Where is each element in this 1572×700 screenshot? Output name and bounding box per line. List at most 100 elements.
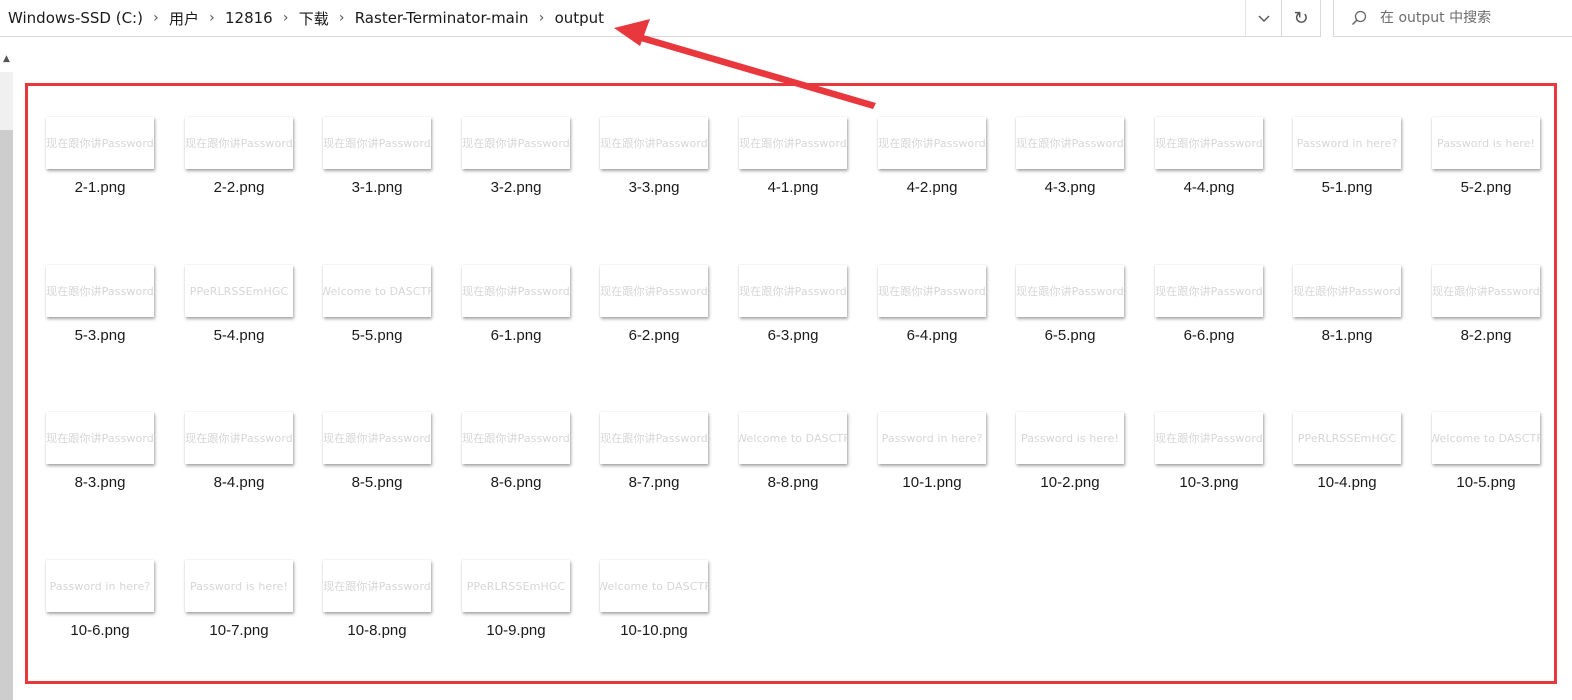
- breadcrumb: Windows-SSD (C:) › 用户 › 12816 › 下载 › Ras…: [0, 0, 604, 37]
- file-thumbnail: Welcome to DASCTF: [600, 560, 708, 612]
- file-name-label: 10-8.png: [347, 622, 407, 639]
- file-item[interactable]: Password is here! 10-2.png: [1016, 412, 1146, 512]
- breadcrumb-item-output[interactable]: output: [555, 9, 604, 27]
- thumbnail-text: Password in here?: [49, 579, 151, 593]
- search-input[interactable]: [1374, 10, 1560, 26]
- address-bar[interactable]: Windows-SSD (C:) › 用户 › 12816 › 下载 › Ras…: [0, 0, 1281, 37]
- file-item[interactable]: 现在跟你讲Password 10-3.png: [1155, 412, 1285, 512]
- file-thumbnail: 现在跟你讲Password: [323, 117, 431, 169]
- breadcrumb-item-drive[interactable]: Windows-SSD (C:): [8, 9, 143, 27]
- file-item[interactable]: 现在跟你讲Password 4-1.png: [739, 117, 869, 217]
- file-item[interactable]: 现在跟你讲Password 6-1.png: [462, 265, 592, 365]
- breadcrumb-chevron-icon[interactable]: ›: [199, 10, 225, 26]
- file-item[interactable]: 现在跟你讲Password 5-3.png: [46, 265, 176, 365]
- file-item[interactable]: 现在跟你讲Password 3-1.png: [323, 117, 453, 217]
- file-item[interactable]: 现在跟你讲Password 6-2.png: [600, 265, 730, 365]
- breadcrumb-item-users[interactable]: 用户: [169, 8, 199, 29]
- scrollbar-thumb[interactable]: [0, 130, 13, 700]
- file-item[interactable]: 现在跟你讲Password 8-1.png: [1293, 265, 1423, 365]
- thumbnail-text: 现在跟你讲Password: [1155, 137, 1263, 150]
- breadcrumb-item-downloads[interactable]: 下载: [299, 8, 329, 29]
- file-thumbnail: 现在跟你讲Password: [600, 117, 708, 169]
- file-item[interactable]: Password in here? 5-1.png: [1293, 117, 1423, 217]
- file-name-label: 10-10.png: [620, 622, 688, 639]
- file-item[interactable]: PPeRLRSSEmHGC 5-4.png: [185, 265, 315, 365]
- thumbnail-text: 现在跟你讲Password: [46, 432, 154, 445]
- breadcrumb-chevron-icon[interactable]: ›: [143, 10, 169, 26]
- file-item[interactable]: Password in here? 10-1.png: [878, 412, 1008, 512]
- file-thumbnail: 现在跟你讲Password: [600, 412, 708, 464]
- file-thumbnail: Password is here!: [1016, 412, 1124, 464]
- thumbnail-text: 现在跟你讲Password: [323, 137, 431, 150]
- file-item[interactable]: 现在跟你讲Password 8-5.png: [323, 412, 453, 512]
- breadcrumb-item-user[interactable]: 12816: [225, 9, 273, 27]
- file-name-label: 8-7.png: [628, 474, 680, 491]
- file-item[interactable]: 现在跟你讲Password 8-4.png: [185, 412, 315, 512]
- file-name-label: 10-7.png: [209, 622, 269, 639]
- thumbnail-text: 现在跟你讲Password: [1155, 432, 1263, 445]
- file-item[interactable]: Welcome to DASCTF 5-5.png: [323, 265, 453, 365]
- file-item[interactable]: 现在跟你讲Password 6-4.png: [878, 265, 1008, 365]
- file-thumbnail: PPeRLRSSEmHGC: [1293, 412, 1401, 464]
- file-item[interactable]: Password is here! 5-2.png: [1432, 117, 1562, 217]
- file-name-label: 5-5.png: [351, 327, 403, 344]
- file-item[interactable]: 现在跟你讲Password 6-5.png: [1016, 265, 1146, 365]
- file-item[interactable]: Password is here! 10-7.png: [185, 560, 315, 660]
- file-item[interactable]: 现在跟你讲Password 8-6.png: [462, 412, 592, 512]
- file-thumbnail: 现在跟你讲Password: [185, 412, 293, 464]
- file-item[interactable]: 现在跟你讲Password 3-3.png: [600, 117, 730, 217]
- file-item[interactable]: 现在跟你讲Password 6-6.png: [1155, 265, 1285, 365]
- thumbnail-text: Welcome to DASCTF: [323, 284, 431, 298]
- file-name-label: 4-3.png: [1044, 179, 1096, 196]
- file-item[interactable]: 现在跟你讲Password 4-4.png: [1155, 117, 1285, 217]
- file-item[interactable]: 现在跟你讲Password 6-3.png: [739, 265, 869, 365]
- file-name-label: 6-5.png: [1044, 327, 1096, 344]
- file-thumbnail: Welcome to DASCTF: [323, 265, 431, 317]
- annotation-arrow-shaft: [637, 34, 876, 109]
- file-name-label: 8-3.png: [74, 474, 126, 491]
- file-name-label: 3-3.png: [628, 179, 680, 196]
- file-item[interactable]: PPeRLRSSEmHGC 10-9.png: [462, 560, 592, 660]
- file-thumbnail: 现在跟你讲Password: [878, 117, 986, 169]
- file-item[interactable]: Welcome to DASCTF 10-5.png: [1432, 412, 1562, 512]
- file-item[interactable]: Welcome to DASCTF 10-10.png: [600, 560, 730, 660]
- file-thumbnail: 现在跟你讲Password: [1016, 117, 1124, 169]
- file-item[interactable]: 现在跟你讲Password 2-2.png: [185, 117, 315, 217]
- thumbnail-text: 现在跟你讲Password: [323, 432, 431, 445]
- file-name-label: 10-4.png: [1317, 474, 1377, 491]
- file-name-label: 10-2.png: [1040, 474, 1100, 491]
- file-item[interactable]: PPeRLRSSEmHGC 10-4.png: [1293, 412, 1423, 512]
- breadcrumb-chevron-icon[interactable]: ›: [273, 10, 299, 26]
- file-item[interactable]: Password in here? 10-6.png: [46, 560, 176, 660]
- thumbnail-text: 现在跟你讲Password: [739, 285, 847, 298]
- file-thumbnail: 现在跟你讲Password: [46, 412, 154, 464]
- thumbnail-text: 现在跟你讲Password: [185, 432, 293, 445]
- file-item[interactable]: 现在跟你讲Password 8-2.png: [1432, 265, 1562, 365]
- file-item[interactable]: 现在跟你讲Password 3-2.png: [462, 117, 592, 217]
- breadcrumb-item-project[interactable]: Raster-Terminator-main: [355, 9, 529, 27]
- file-item[interactable]: 现在跟你讲Password 8-3.png: [46, 412, 176, 512]
- refresh-button[interactable]: ↻: [1281, 0, 1321, 37]
- scroll-up-button[interactable]: ▲: [0, 46, 13, 72]
- thumbnail-text: 现在跟你讲Password: [462, 137, 570, 150]
- file-item[interactable]: Welcome to DASCTF 8-8.png: [739, 412, 869, 512]
- file-item[interactable]: 现在跟你讲Password 2-1.png: [46, 117, 176, 217]
- file-item[interactable]: 现在跟你讲Password 4-3.png: [1016, 117, 1146, 217]
- file-item[interactable]: 现在跟你讲Password 8-7.png: [600, 412, 730, 512]
- file-thumbnail: Password in here?: [46, 560, 154, 612]
- search-box[interactable]: [1333, 0, 1572, 37]
- thumbnail-text: Welcome to DASCTF: [600, 579, 708, 593]
- thumbnail-text: Password is here!: [1020, 431, 1120, 445]
- thumbnail-text: 现在跟你讲Password: [323, 580, 431, 593]
- address-history-dropdown-button[interactable]: [1245, 0, 1281, 37]
- file-thumbnail: 现在跟你讲Password: [462, 412, 570, 464]
- file-explorer-window: Windows-SSD (C:) › 用户 › 12816 › 下载 › Ras…: [0, 0, 1572, 700]
- file-item[interactable]: 现在跟你讲Password 10-8.png: [323, 560, 453, 660]
- file-name-label: 5-3.png: [74, 327, 126, 344]
- breadcrumb-chevron-icon[interactable]: ›: [529, 10, 555, 26]
- file-item[interactable]: 现在跟你讲Password 4-2.png: [878, 117, 1008, 217]
- file-name-label: 8-5.png: [351, 474, 403, 491]
- breadcrumb-chevron-icon[interactable]: ›: [329, 10, 355, 26]
- file-thumbnail: 现在跟你讲Password: [185, 117, 293, 169]
- file-name-label: 8-6.png: [490, 474, 542, 491]
